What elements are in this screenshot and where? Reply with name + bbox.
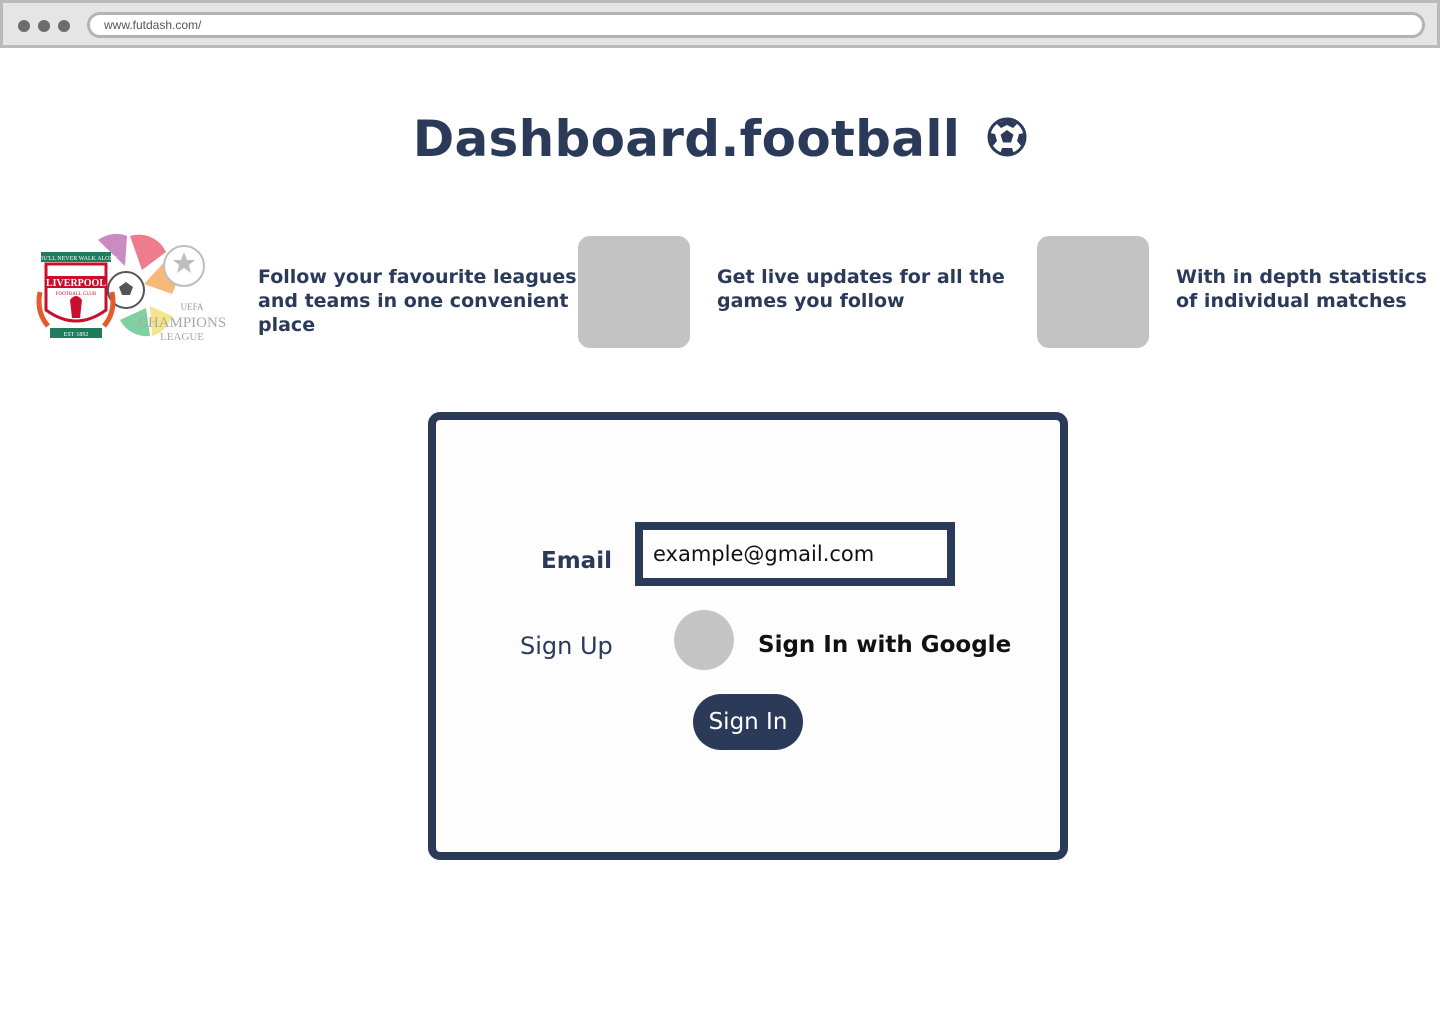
feature-live-image-placeholder <box>578 236 690 348</box>
liverpool-name-text: LIVERPOOL <box>46 278 106 289</box>
browser-chrome: www.futdash.com/ <box>0 0 1440 48</box>
liverpool-banner-text: YOU'LL NEVER WALK ALONE <box>35 256 118 262</box>
window-maximize-dot[interactable] <box>58 20 70 32</box>
sign-up-link[interactable]: Sign Up <box>520 632 613 660</box>
address-bar-url: www.futdash.com/ <box>104 18 202 32</box>
logos-image: YOU'LL NEVER WALK ALONE LIVERPOOL FOOTBA… <box>35 233 226 343</box>
google-sign-in-link[interactable]: Sign In with Google <box>758 632 1011 658</box>
feature-follow-text: Follow your favourite leagues and teams … <box>258 266 577 336</box>
window-minimize-dot[interactable] <box>38 20 50 32</box>
sign-in-button[interactable]: Sign In <box>693 694 803 750</box>
ucl-champions-text: CHAMPIONS <box>138 315 226 331</box>
ucl-league-text: LEAGUE <box>160 331 204 343</box>
window-close-dot[interactable] <box>18 20 30 32</box>
ucl-uefa-text: UEFA <box>181 302 204 312</box>
header: Dashboard.football <box>0 110 1440 168</box>
soccer-ball-icon <box>987 117 1027 157</box>
feature-live-text: Get live updates for all the games you f… <box>717 266 1005 312</box>
feature-stats-image-placeholder <box>1037 236 1149 348</box>
address-bar[interactable]: www.futdash.com/ <box>87 12 1425 38</box>
email-label: Email <box>541 548 612 574</box>
feature-stats-text: With in depth statistics of individual m… <box>1176 266 1427 312</box>
google-icon[interactable] <box>674 610 734 670</box>
league-logos-collage: YOU'LL NEVER WALK ALONE LIVERPOOL FOOTBA… <box>32 232 238 350</box>
login-card: Email Sign Up Sign In with Google Sign I… <box>428 412 1068 860</box>
email-field[interactable] <box>635 522 955 586</box>
page-title: Dashboard.football <box>412 110 961 168</box>
liverpool-est-text: EST·1892 <box>64 332 89 338</box>
